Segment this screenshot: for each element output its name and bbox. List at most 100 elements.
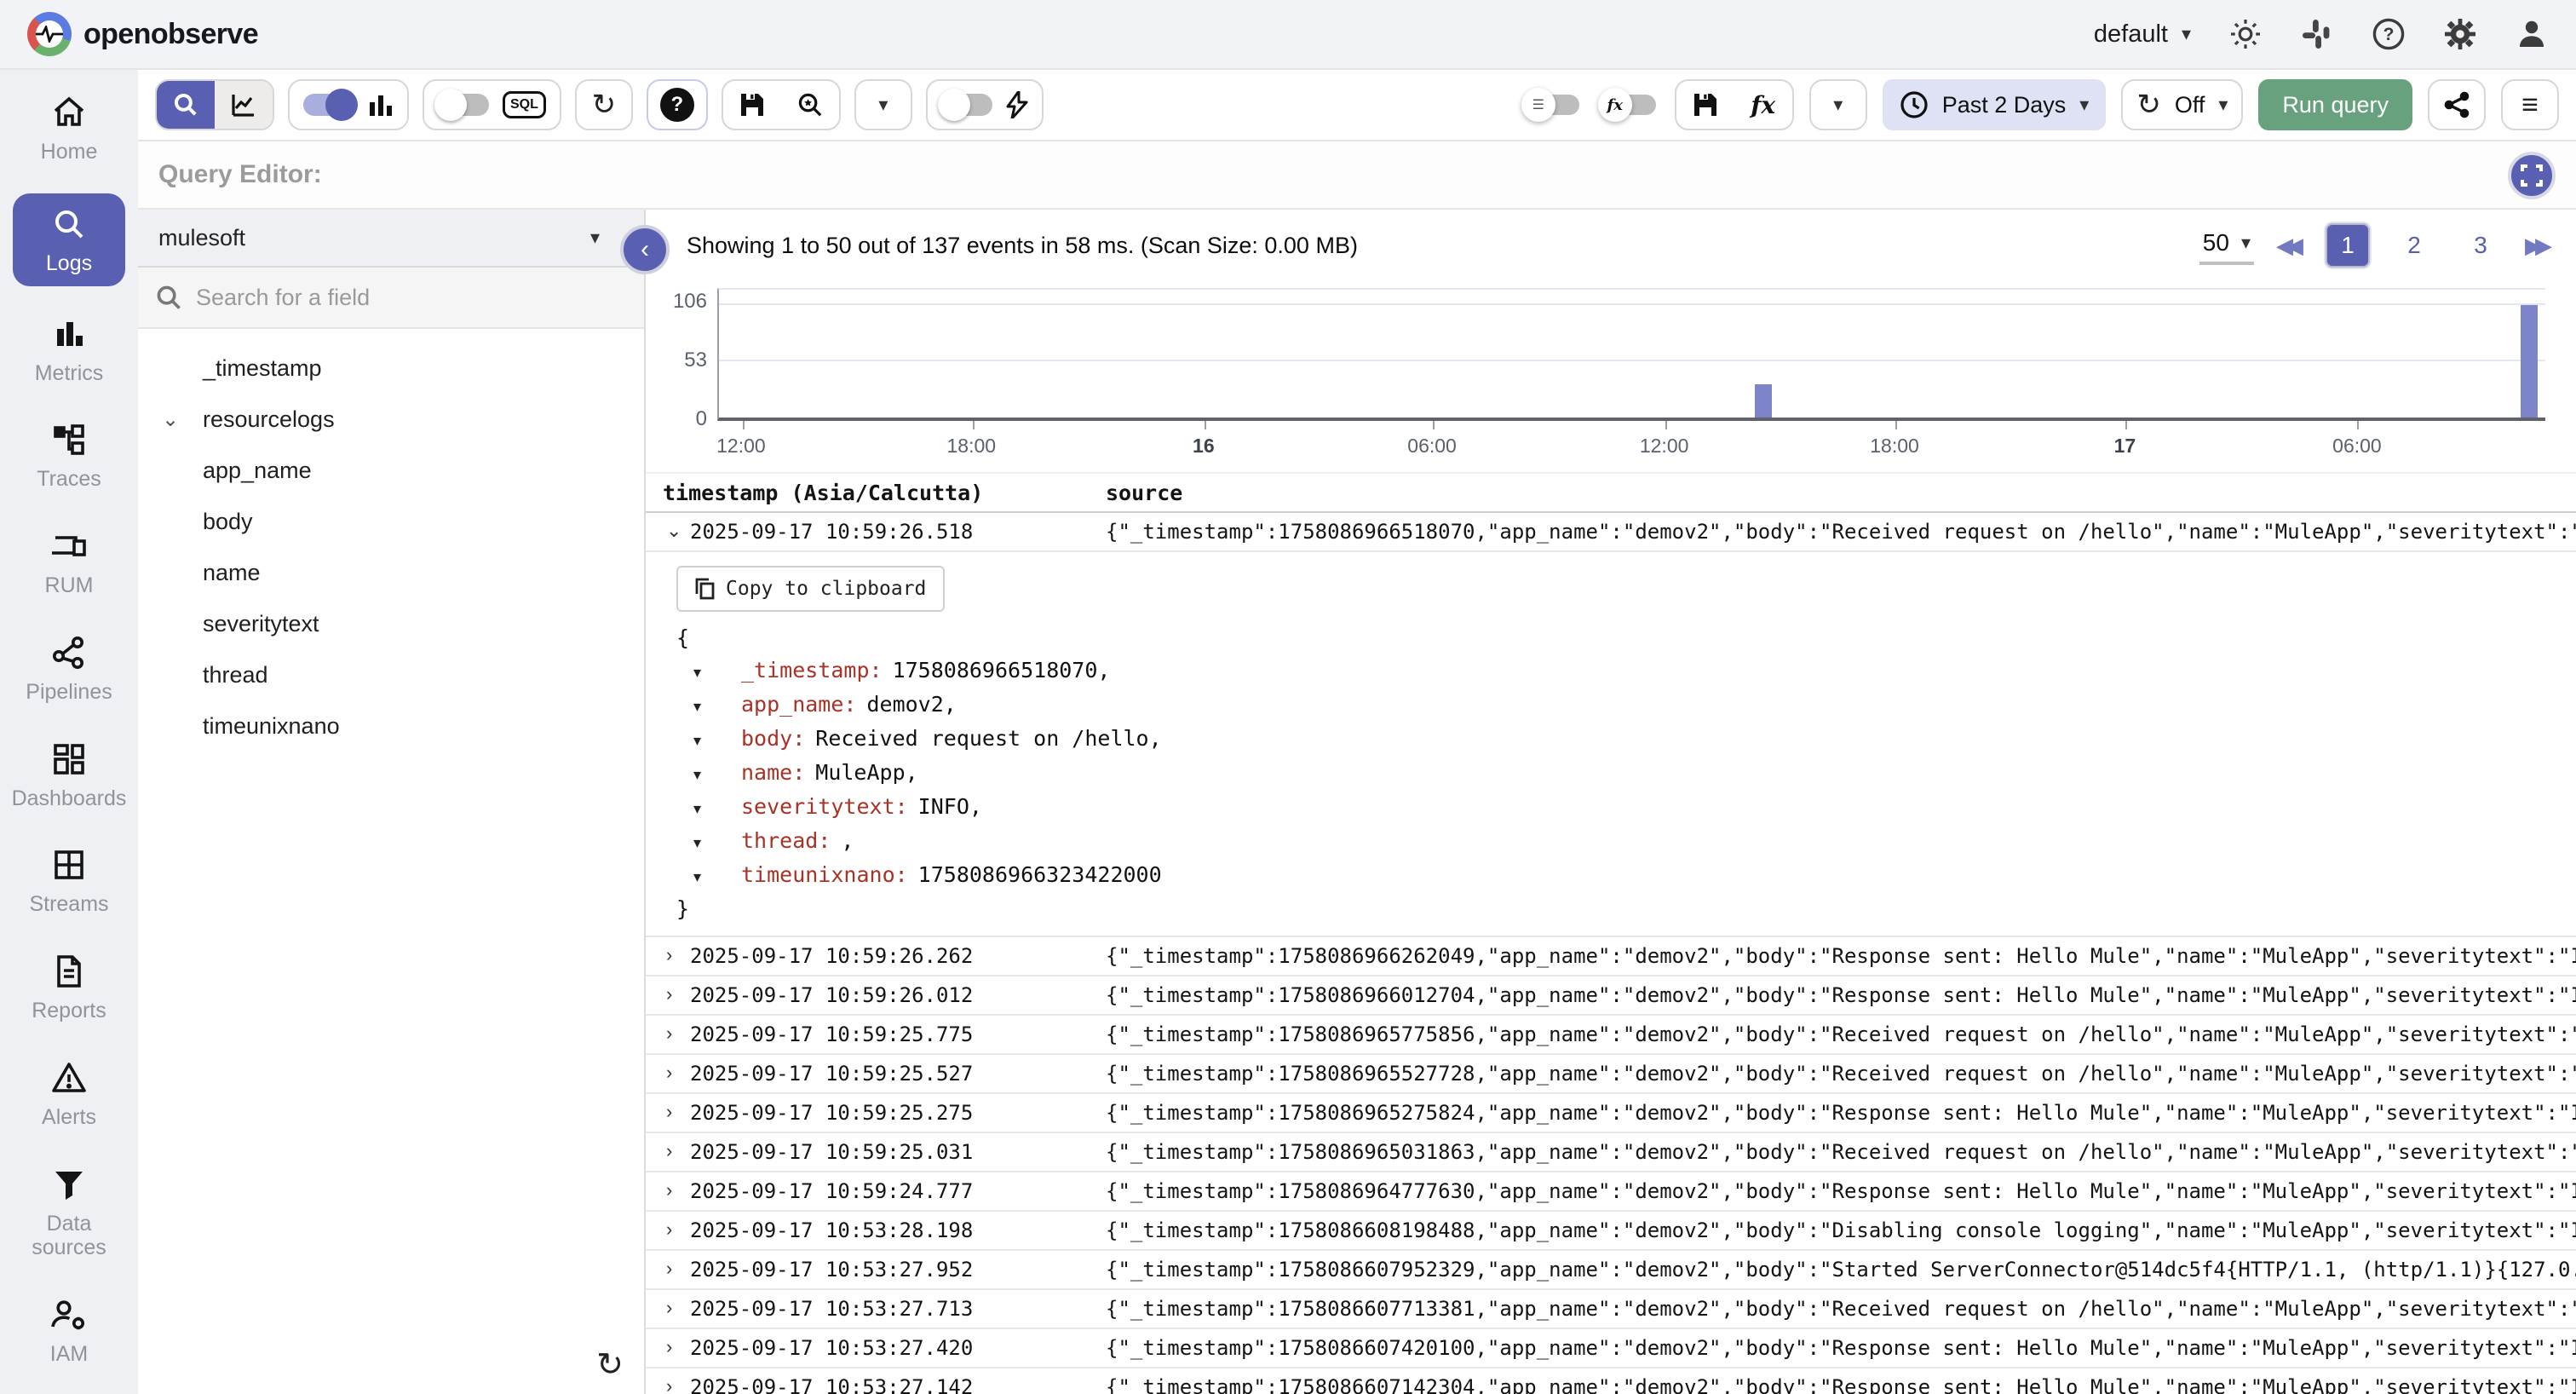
- table-row[interactable]: › 2025-09-17 10:53:27.952 {"_timestamp":…: [646, 1251, 2576, 1290]
- nav-item-data-sources[interactable]: Data sources: [8, 1159, 130, 1268]
- user-profile-icon[interactable]: [2515, 17, 2549, 51]
- mode-segmented-control: [155, 79, 274, 130]
- time-range-picker[interactable]: Past 2 Days ▾: [1883, 79, 2107, 130]
- row-source: {"_timestamp":1758086966518070,"app_name…: [1106, 520, 2576, 544]
- page-button-3[interactable]: 3: [2458, 223, 2503, 268]
- devices-icon: [49, 527, 89, 572]
- events-histogram[interactable]: 053106: [656, 288, 2545, 421]
- share-link-button[interactable]: [2428, 79, 2486, 130]
- table-row[interactable]: › 2025-09-17 10:53:27.142 {"_timestamp":…: [646, 1368, 2576, 1394]
- json-key: severitytext:: [741, 791, 908, 823]
- table-row[interactable]: › 2025-09-17 10:59:25.031 {"_timestamp":…: [646, 1133, 2576, 1172]
- field-item-timestamp[interactable]: _timestamp: [138, 343, 644, 394]
- nav-item-dashboards[interactable]: Dashboards: [8, 734, 130, 818]
- nav-item-metrics[interactable]: Metrics: [8, 308, 130, 393]
- json-value: 1758086966323422000: [918, 859, 1162, 891]
- table-row[interactable]: › 2025-09-17 10:59:25.275 {"_timestamp":…: [646, 1094, 2576, 1133]
- last-page-button[interactable]: ▶▶: [2525, 233, 2552, 259]
- vrl-function-toggle[interactable]: fx: [1598, 88, 1659, 122]
- save-view-button[interactable]: [723, 79, 781, 130]
- expand-editor-button[interactable]: [2508, 152, 2556, 199]
- organization-select[interactable]: default ▾: [2094, 20, 2191, 49]
- settings-gear-icon[interactable]: [2443, 17, 2477, 51]
- refresh-fields-icon[interactable]: ↻: [596, 1345, 624, 1384]
- stream-select[interactable]: mulesoft ▾: [138, 210, 644, 268]
- slack-icon[interactable]: [2300, 17, 2334, 51]
- nav-item-home[interactable]: Home: [8, 87, 130, 171]
- chevron-right-icon: ›: [666, 983, 672, 1005]
- nav-item-traces[interactable]: Traces: [8, 414, 130, 498]
- visualize-mode-button[interactable]: [215, 79, 273, 130]
- table-row-expanded[interactable]: ⌄ 2025-09-17 10:59:26.518 {"_timestamp":…: [646, 513, 2576, 552]
- sql-mode-toggle[interactable]: [438, 94, 489, 116]
- quick-mode-toggle-group[interactable]: [926, 79, 1044, 130]
- page-size-select[interactable]: 50 ▾: [2199, 226, 2254, 265]
- json-entry[interactable]: ▾ severitytext: INFO,: [676, 791, 2576, 825]
- run-query-button[interactable]: Run query: [2258, 79, 2412, 130]
- fx-icon: fx: [1751, 91, 1775, 119]
- theme-toggle-sun-icon[interactable]: [2228, 17, 2263, 51]
- field-search-row: [138, 268, 644, 329]
- column-header-timestamp[interactable]: timestamp (Asia/Calcutta): [663, 481, 983, 505]
- field-item-severitytext[interactable]: severitytext: [138, 598, 644, 649]
- field-item-name[interactable]: name: [138, 547, 644, 598]
- field-item-resourcelogs[interactable]: ⌄resourcelogs: [138, 394, 644, 445]
- home-icon: [50, 94, 88, 138]
- first-page-button[interactable]: ◀◀: [2276, 233, 2303, 259]
- brand-name: openobserve: [83, 18, 258, 51]
- json-entry[interactable]: ▾ _timestamp: 1758086966518070,: [676, 654, 2576, 688]
- row-timestamp: 2025-09-17 10:53:27.142: [690, 1375, 973, 1394]
- field-item-body[interactable]: body: [138, 496, 644, 547]
- json-entry[interactable]: ▾ body: Received request on /hello,: [676, 723, 2576, 757]
- save-function-button[interactable]: [1676, 79, 1734, 130]
- table-row[interactable]: › 2025-09-17 10:59:26.012 {"_timestamp":…: [646, 976, 2576, 1016]
- field-item-timeunixnano[interactable]: timeunixnano: [138, 700, 644, 752]
- stream-name: mulesoft: [158, 225, 245, 251]
- json-value: INFO,: [918, 791, 982, 823]
- field-item-app-name[interactable]: app_name: [138, 445, 644, 496]
- table-row[interactable]: › 2025-09-17 10:59:26.262 {"_timestamp":…: [646, 937, 2576, 976]
- nav-item-iam[interactable]: IAM: [8, 1289, 130, 1374]
- search-icon: [50, 205, 88, 250]
- more-menu-button[interactable]: ≡: [2501, 79, 2559, 130]
- nav-item-logs[interactable]: Logs: [13, 193, 125, 286]
- histogram-toggle-group[interactable]: [288, 79, 409, 130]
- collapse-fields-panel-button[interactable]: ‹: [620, 225, 670, 274]
- histogram-ylabels: 053106: [656, 288, 717, 421]
- table-row[interactable]: › 2025-09-17 10:59:25.775 {"_timestamp":…: [646, 1016, 2576, 1055]
- reset-filters-button[interactable]: ↻: [575, 79, 633, 130]
- search-mode-button[interactable]: [157, 79, 215, 130]
- nav-item-rum[interactable]: RUM: [8, 521, 130, 605]
- table-row[interactable]: › 2025-09-17 10:59:25.527 {"_timestamp":…: [646, 1055, 2576, 1094]
- page-button-2[interactable]: 2: [2392, 223, 2436, 268]
- sql-mode-toggle-group[interactable]: SQL: [423, 79, 561, 130]
- table-row[interactable]: › 2025-09-17 10:59:24.777 {"_timestamp":…: [646, 1172, 2576, 1212]
- json-entry[interactable]: ▾ app_name: demov2,: [676, 688, 2576, 723]
- query-help-button[interactable]: ?: [647, 79, 708, 130]
- histogram-toggle[interactable]: [303, 94, 354, 116]
- help-icon[interactable]: ?: [2372, 17, 2406, 51]
- saved-views-dropdown[interactable]: ▾: [854, 79, 912, 130]
- json-entry[interactable]: ▾ timeunixnano: 1758086966323422000: [676, 859, 2576, 893]
- nav-item-pipelines[interactable]: Pipelines: [8, 627, 130, 711]
- table-row[interactable]: › 2025-09-17 10:53:27.420 {"_timestamp":…: [646, 1329, 2576, 1368]
- field-search-input[interactable]: [196, 285, 627, 311]
- table-row[interactable]: › 2025-09-17 10:53:28.198 {"_timestamp":…: [646, 1212, 2576, 1251]
- nav-item-streams[interactable]: Streams: [8, 839, 130, 924]
- nav-label: Traces: [37, 467, 101, 492]
- column-header-source[interactable]: source: [1106, 481, 1182, 505]
- function-dropdown[interactable]: ▾: [1809, 79, 1867, 130]
- page-button-1[interactable]: 1: [2326, 223, 2370, 268]
- auto-refresh-picker[interactable]: ↻ Off ▾: [2121, 79, 2243, 130]
- table-row[interactable]: › 2025-09-17 10:53:27.713 {"_timestamp":…: [646, 1290, 2576, 1329]
- json-entry[interactable]: ▾ name: MuleApp,: [676, 757, 2576, 791]
- query-editor[interactable]: Query Editor:: [138, 141, 2576, 210]
- search-saved-view-icon[interactable]: [781, 79, 839, 130]
- nav-item-reports[interactable]: Reports: [8, 946, 130, 1030]
- quick-mode-toggle[interactable]: [941, 94, 992, 116]
- nav-item-alerts[interactable]: Alerts: [8, 1052, 130, 1137]
- wrap-lines-toggle[interactable]: ☰: [1521, 88, 1583, 122]
- field-item-thread[interactable]: thread: [138, 649, 644, 700]
- function-fx-button[interactable]: fx: [1734, 79, 1792, 130]
- json-entry[interactable]: ▾ thread: ,: [676, 825, 2576, 859]
